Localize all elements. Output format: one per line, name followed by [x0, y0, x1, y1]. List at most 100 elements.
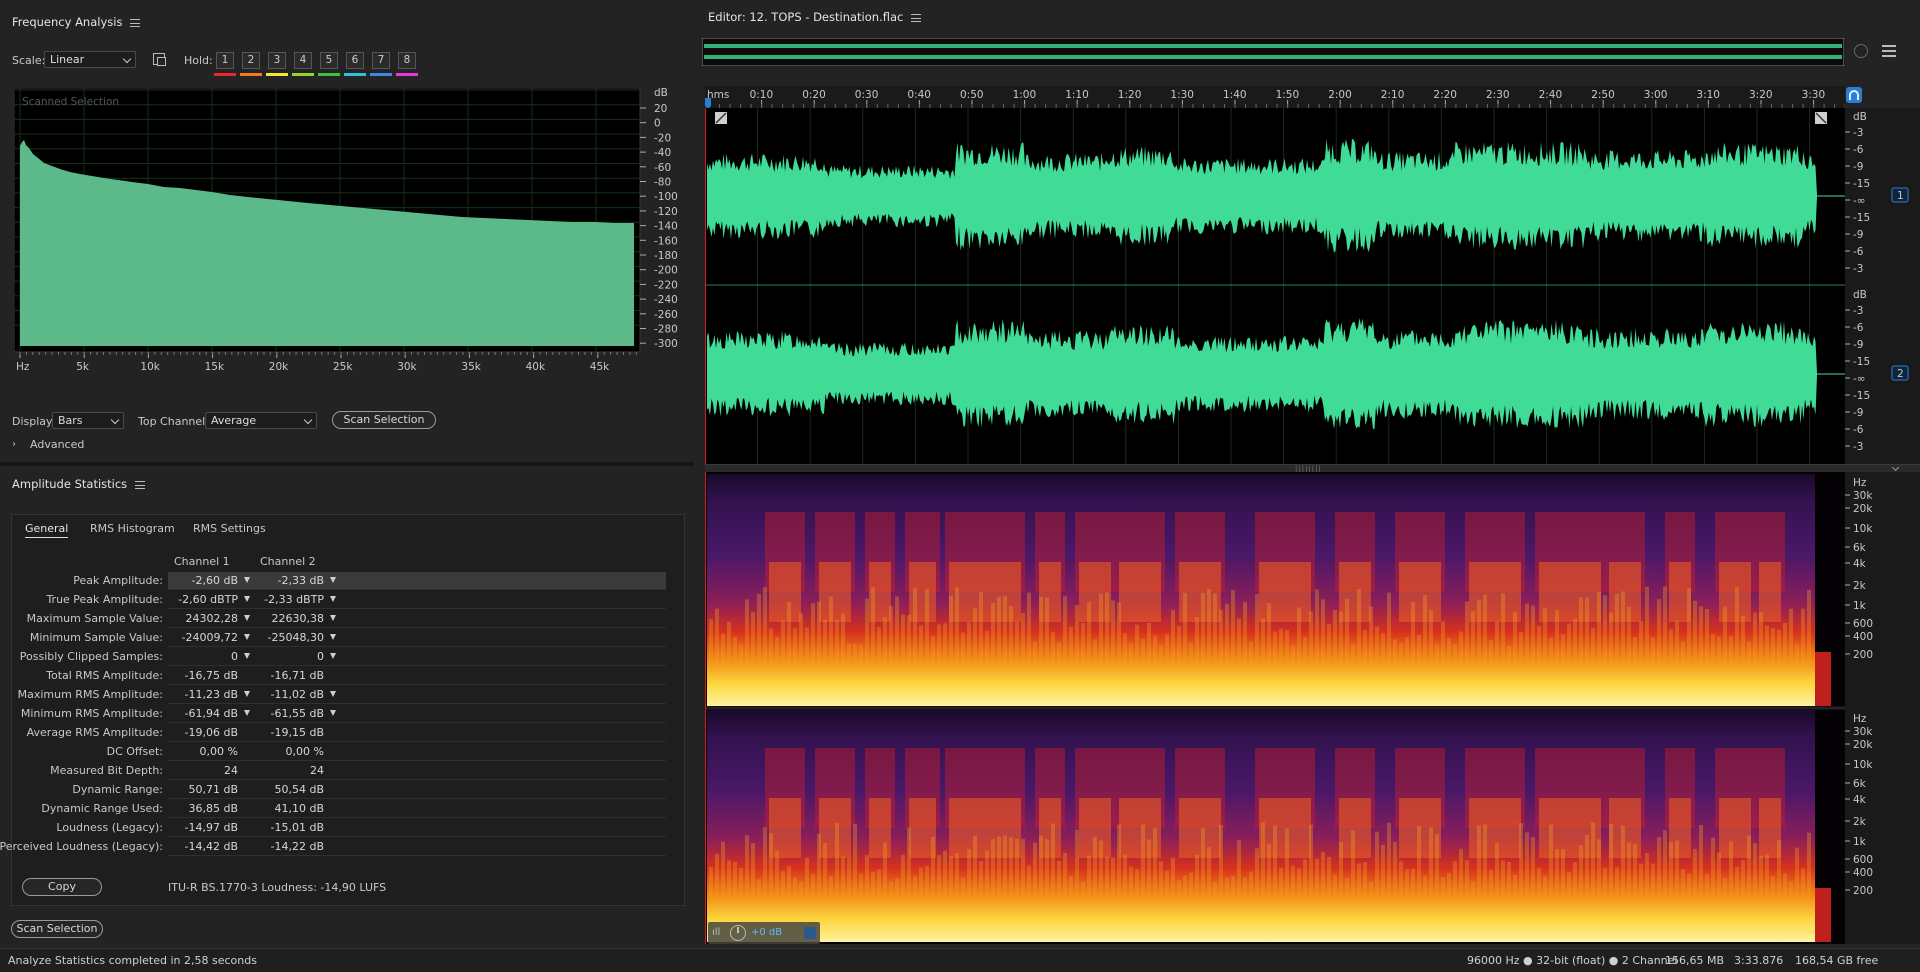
- go-to-marker-icon[interactable]: [244, 615, 250, 621]
- db-unit: dB: [654, 88, 668, 99]
- channel-2-value: 22630,38: [271, 612, 325, 625]
- time-ruler[interactable]: hms 0:10 0:20 0:30 0:40 0:50 1:00 1:10 1:20 1:30 1…: [705, 86, 1845, 108]
- go-to-marker-icon[interactable]: [330, 615, 336, 621]
- channel-2-value: -11,02 dB: [270, 688, 325, 701]
- db-tick-label: -∞: [1853, 195, 1866, 207]
- zoom-to-fit-icon[interactable]: [1854, 44, 1868, 58]
- go-to-marker-icon[interactable]: [244, 710, 250, 716]
- go-to-marker-icon[interactable]: [244, 596, 250, 602]
- table-row[interactable]: -61,94 dB -61,55 dB: [168, 705, 666, 723]
- stat-label: Dynamic Range:: [72, 783, 163, 796]
- table-row[interactable]: 36,85 dB 41,10 dB: [168, 800, 666, 818]
- go-to-marker-icon[interactable]: [330, 634, 336, 640]
- channel-1-value: -14,97 dB: [184, 821, 239, 834]
- tab-rms-histogram[interactable]: RMS Histogram: [90, 522, 175, 535]
- hold-button-3[interactable]: 3: [268, 52, 286, 69]
- time-tick-label: 3:30: [1802, 89, 1826, 101]
- hold-button-7[interactable]: 7: [372, 52, 390, 69]
- go-to-marker-icon[interactable]: [330, 577, 336, 583]
- volume-value[interactable]: +0 dB: [751, 927, 782, 938]
- stat-label: Dynamic Range Used:: [41, 802, 163, 815]
- headphones-icon[interactable]: [1846, 87, 1862, 103]
- stat-label: Maximum RMS Amplitude:: [17, 688, 163, 701]
- advanced-chevron-icon[interactable]: ›: [12, 439, 16, 450]
- hud-bar: ıll +0 dB: [708, 922, 820, 944]
- overview-waveform[interactable]: [702, 38, 1844, 66]
- table-row[interactable]: 24302,28 22630,38: [168, 610, 666, 628]
- panel-menu-icon[interactable]: [135, 480, 146, 489]
- hz-tick-label: 6k: [1853, 778, 1867, 790]
- display-label: Display:: [12, 415, 56, 428]
- channel-1-value: -11,23 dB: [184, 688, 239, 701]
- tab-general[interactable]: General: [25, 522, 69, 538]
- time-tick-label: 1:50: [1276, 89, 1300, 101]
- playhead-marker[interactable]: [705, 98, 711, 108]
- channel-2-header: Channel 2: [260, 555, 316, 568]
- hold-button-1[interactable]: 1: [216, 52, 234, 69]
- hold-button-4[interactable]: 4: [294, 52, 312, 69]
- hold-button-2[interactable]: 2: [242, 52, 260, 69]
- waveform-icon[interactable]: ıll: [712, 927, 720, 938]
- go-to-marker-icon[interactable]: [244, 577, 250, 583]
- table-row[interactable]: 0,00 % 0,00 %: [168, 743, 666, 761]
- frequency-plot: Scanned Selection dB 20 0 -20 -40 -60 -80 -100 -…: [14, 88, 678, 373]
- free-space: 168,54 GB free: [1795, 954, 1879, 967]
- table-row[interactable]: 24 24: [168, 762, 666, 780]
- channel-2-value: -14,22 dB: [270, 840, 325, 853]
- hold-color-7: [370, 73, 392, 76]
- tab-rms-settings[interactable]: RMS Settings: [193, 522, 266, 535]
- hz-tick-label: 10k: [1853, 759, 1873, 771]
- table-row[interactable]: -11,23 dB -11,02 dB: [168, 686, 666, 704]
- go-to-marker-icon[interactable]: [244, 653, 250, 659]
- time-tick-label: 2:20: [1433, 89, 1457, 101]
- go-to-marker-icon[interactable]: [330, 710, 336, 716]
- scan-selection-button[interactable]: Scan Selection: [332, 411, 436, 429]
- table-row[interactable]: 00: [168, 648, 666, 666]
- table-row[interactable]: -14,42 dB -14,22 dB: [168, 838, 666, 856]
- top-channel-select[interactable]: Average: [205, 412, 317, 429]
- db-tick-label: -6: [1853, 322, 1864, 334]
- hz-tick-label: 2k: [1853, 580, 1867, 592]
- go-to-marker-icon[interactable]: [244, 691, 250, 697]
- view-toggle-icon[interactable]: [1882, 45, 1896, 57]
- chevron-down-icon[interactable]: [1891, 463, 1900, 472]
- scan-selection-button[interactable]: Scan Selection: [11, 920, 103, 938]
- hold-button-5[interactable]: 5: [320, 52, 338, 69]
- hold-button-8[interactable]: 8: [398, 52, 416, 69]
- pin-icon[interactable]: [804, 927, 816, 939]
- advanced-label[interactable]: Advanced: [30, 438, 84, 451]
- scale-select[interactable]: Linear: [44, 51, 136, 68]
- panel-menu-icon[interactable]: [130, 18, 141, 27]
- hold-button-6[interactable]: 6: [346, 52, 364, 69]
- stat-label: True Peak Amplitude:: [46, 593, 163, 606]
- copy-button[interactable]: Copy: [22, 878, 102, 896]
- display-select[interactable]: Bars: [52, 412, 124, 429]
- table-row[interactable]: -16,75 dB -16,71 dB: [168, 667, 666, 685]
- hz-tick-label: 30k: [1853, 726, 1873, 738]
- go-to-marker-icon[interactable]: [330, 596, 336, 602]
- go-to-marker-icon[interactable]: [244, 634, 250, 640]
- channel-1-value: -19,06 dB: [184, 726, 239, 739]
- spectrogram-view[interactable]: [705, 472, 1845, 944]
- db-tick-label: -140: [654, 221, 678, 233]
- time-tick-label: 1:10: [1065, 89, 1089, 101]
- time-tick-label: 3:20: [1749, 89, 1773, 101]
- table-row[interactable]: -2,60 dBTP -2,33 dBTP: [168, 591, 666, 609]
- copy-graph-icon[interactable]: [153, 53, 166, 66]
- table-row[interactable]: -19,06 dB -19,15 dB: [168, 724, 666, 742]
- table-row[interactable]: 50,71 dB 50,54 dB: [168, 781, 666, 799]
- volume-knob-icon[interactable]: [730, 925, 746, 941]
- go-to-marker-icon[interactable]: [330, 653, 336, 659]
- go-to-marker-icon[interactable]: [330, 691, 336, 697]
- table-row[interactable]: -14,97 dB -15,01 dB: [168, 819, 666, 837]
- time-tick-label: 2:40: [1539, 89, 1563, 101]
- channel-badge-label: 2: [1897, 368, 1904, 380]
- table-row[interactable]: -2,60 dB -2,33 dB: [168, 572, 666, 590]
- channel-1-value: 24302,28: [185, 612, 239, 625]
- db-tick-label: -15: [1853, 212, 1870, 224]
- view-splitter[interactable]: ||||||||: [705, 463, 1920, 473]
- table-row[interactable]: -24009,72 -25048,30: [168, 629, 666, 647]
- panel-menu-icon[interactable]: [911, 13, 922, 22]
- db-tick-label: -3: [1853, 127, 1863, 139]
- waveform-view[interactable]: [705, 108, 1845, 464]
